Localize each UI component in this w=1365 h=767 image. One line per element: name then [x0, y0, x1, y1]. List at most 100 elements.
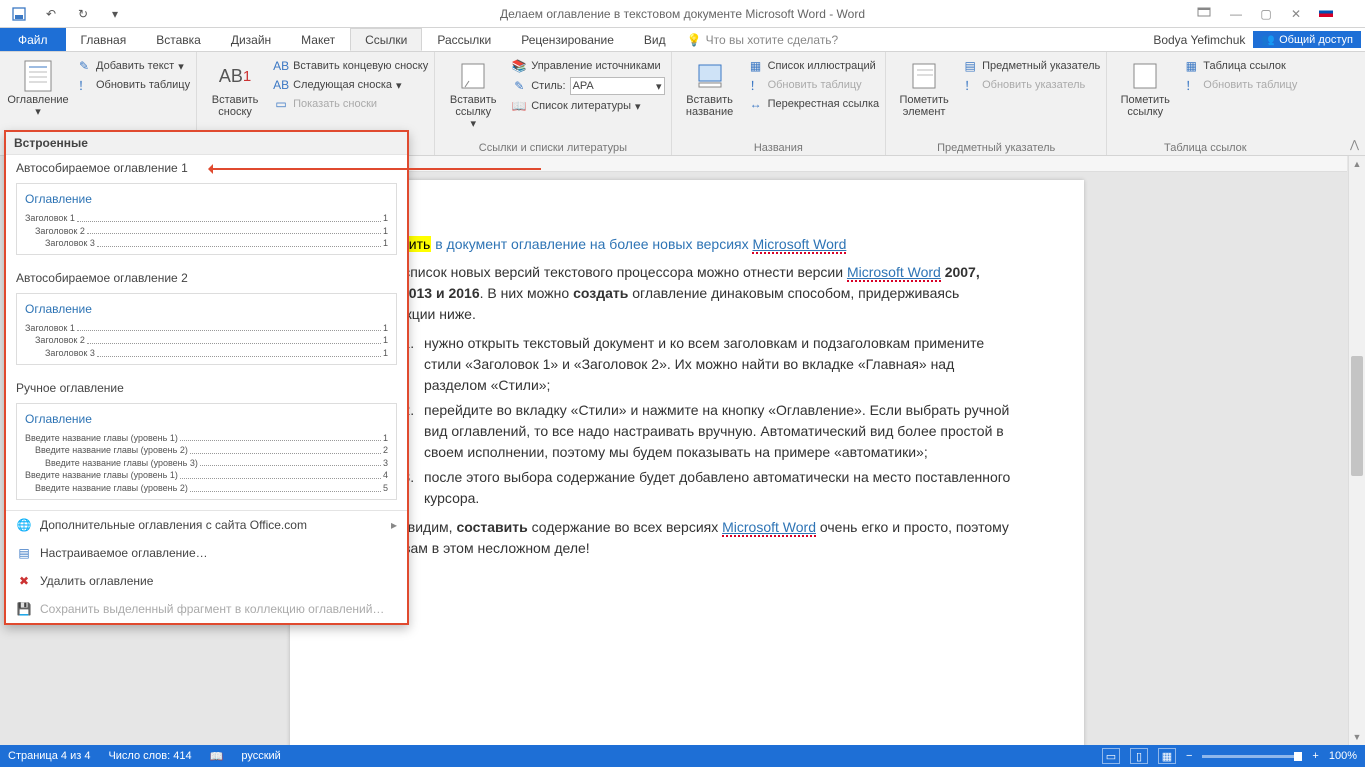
- redo-icon[interactable]: ↻: [72, 3, 94, 25]
- toc-custom-button[interactable]: ▤ Настраиваемое оглавление…: [6, 539, 407, 567]
- maximize-icon[interactable]: ▢: [1257, 7, 1275, 21]
- tell-me-search[interactable]: 💡 Что вы хотите сделать?: [687, 28, 839, 51]
- preview-row: Заголовок 11: [25, 212, 388, 225]
- paragraph-1: В список новых версий текстового процесс…: [362, 262, 1012, 325]
- table-authorities-button[interactable]: ▦Таблица ссылок: [1183, 58, 1297, 74]
- view-print-icon[interactable]: ▯: [1130, 748, 1148, 764]
- tab-ссылки[interactable]: Ссылки: [350, 28, 422, 51]
- toc-gallery-item-manual[interactable]: Ручное оглавление Оглавление Введите наз…: [6, 375, 407, 510]
- save-icon[interactable]: [8, 3, 30, 25]
- bibliography-button[interactable]: 📖Список литературы ▾: [511, 98, 664, 114]
- preview-title: Оглавление: [25, 302, 388, 316]
- scrollbar-thumb[interactable]: [1351, 356, 1363, 476]
- share-label: Общий доступ: [1279, 34, 1353, 46]
- remove-icon: ✖: [16, 573, 32, 589]
- show-notes-button[interactable]: ▭Показать сноски: [273, 96, 428, 112]
- zoom-in-icon[interactable]: +: [1312, 750, 1318, 762]
- preview-page: 1: [383, 347, 388, 360]
- citation-style-combo[interactable]: ✎ Стиль: APA▾: [511, 77, 664, 95]
- mark-entry-label: Пометить элемент: [892, 94, 956, 118]
- mark-citation-button[interactable]: Пометить ссылку: [1113, 56, 1177, 140]
- tab-рассылки[interactable]: Рассылки: [422, 28, 506, 51]
- view-read-icon[interactable]: ▭: [1102, 748, 1120, 764]
- ribbon-collapse-icon[interactable]: ⋀: [1350, 138, 1359, 151]
- toc-more-office-button[interactable]: 🌐 Дополнительные оглавления с сайта Offi…: [6, 511, 407, 539]
- undo-icon[interactable]: ↶: [40, 3, 62, 25]
- tab-макет[interactable]: Макет: [286, 28, 350, 51]
- tab-вид[interactable]: Вид: [629, 28, 681, 51]
- tab-рецензирование[interactable]: Рецензирование: [506, 28, 629, 51]
- preview-text: Введите название главы (уровень 3): [25, 457, 198, 470]
- toc-remove-button[interactable]: ✖ Удалить оглавление: [6, 567, 407, 595]
- share-button[interactable]: 👥 Общий доступ: [1253, 31, 1361, 48]
- qat-customize-icon[interactable]: ▾: [104, 3, 126, 25]
- preview-text: Заголовок 3: [25, 347, 95, 360]
- chevron-right-icon: ▸: [391, 518, 397, 532]
- add-text-button[interactable]: ✎Добавить текст ▾: [76, 58, 190, 74]
- ribbon-group-index: Пометить элемент ▤Предметный указатель ！…: [886, 52, 1107, 155]
- update-index-button[interactable]: ！Обновить указатель: [962, 77, 1100, 93]
- ribbon-options-icon[interactable]: [1197, 7, 1215, 21]
- scroll-up-icon[interactable]: ▲: [1349, 156, 1365, 172]
- close-icon[interactable]: ✕: [1287, 7, 1305, 21]
- p1-link[interactable]: Microsoft Word: [847, 264, 941, 282]
- tab-главная[interactable]: Главная: [66, 28, 142, 51]
- insert-caption-button[interactable]: Вставить название: [678, 56, 742, 140]
- update-figures-button[interactable]: ！Обновить таблицу: [748, 77, 880, 93]
- preview-text: Заголовок 2: [25, 334, 85, 347]
- preview-row: Заголовок 31: [25, 237, 388, 250]
- title-bar: ↶ ↻ ▾ Делаем оглавление в текстовом доку…: [0, 0, 1365, 28]
- zoom-slider-knob[interactable]: [1294, 752, 1302, 761]
- preview-page: 5: [383, 482, 388, 495]
- group-label-citations: Ссылки и списки литературы: [441, 140, 664, 154]
- preview-page: 1: [383, 334, 388, 347]
- update-table-button[interactable]: ！Обновить таблицу: [76, 77, 190, 93]
- document-page[interactable]: к вставить в документ оглавление на боле…: [290, 180, 1084, 745]
- mark-entry-button[interactable]: Пометить элемент: [892, 56, 956, 140]
- vertical-scrollbar[interactable]: ▲ ▼: [1348, 156, 1365, 745]
- insert-endnote-button[interactable]: ABВставить концевую сноску: [273, 58, 428, 74]
- custom-toc-icon: ▤: [16, 545, 32, 561]
- toc-preview: Оглавление Заголовок 11Заголовок 21Загол…: [16, 293, 397, 365]
- insert-index-button[interactable]: ▤Предметный указатель: [962, 58, 1100, 74]
- status-language[interactable]: русский: [241, 750, 280, 762]
- update-authorities-button[interactable]: ！Обновить таблицу: [1183, 77, 1297, 93]
- minimize-icon[interactable]: —: [1227, 7, 1245, 21]
- scroll-down-icon[interactable]: ▼: [1349, 729, 1365, 745]
- p2-link[interactable]: Microsoft Word: [722, 519, 816, 537]
- cross-reference-button[interactable]: ↔Перекрестная ссылка: [748, 96, 880, 112]
- insert-citation-button[interactable]: Вставить ссылку▾: [441, 56, 505, 140]
- toc-gallery-item-auto1[interactable]: Автособираемое оглавление 1 Оглавление З…: [6, 155, 407, 265]
- heading-link[interactable]: Microsoft Word: [752, 236, 846, 254]
- status-page[interactable]: Страница 4 из 4: [8, 750, 90, 762]
- figures-icon: ▦: [748, 58, 764, 74]
- zoom-level[interactable]: 100%: [1329, 750, 1357, 762]
- view-web-icon[interactable]: ▦: [1158, 748, 1176, 764]
- manage-sources-button[interactable]: 📚Управление источниками: [511, 58, 664, 74]
- style-icon: ✎: [511, 78, 527, 94]
- next-footnote-button[interactable]: ABСледующая сноска ▾: [273, 77, 428, 93]
- save-selection-icon: 💾: [16, 601, 32, 617]
- tab-file[interactable]: Файл: [0, 28, 66, 51]
- preview-text: Заголовок 3: [25, 237, 95, 250]
- insert-footnote-button[interactable]: AB1 Вставить сноску: [203, 56, 267, 140]
- tab-вставка[interactable]: Вставка: [141, 28, 216, 51]
- share-icon: 👥: [1261, 33, 1275, 46]
- language-flag-icon[interactable]: [1319, 7, 1333, 17]
- table-of-figures-button[interactable]: ▦Список иллюстраций: [748, 58, 880, 74]
- zoom-out-icon[interactable]: −: [1186, 750, 1192, 762]
- p1-text-c: . В них можно: [480, 285, 573, 301]
- window-controls: — ▢ ✕: [1197, 7, 1305, 21]
- style-value[interactable]: APA▾: [570, 77, 665, 95]
- show-notes-icon: ▭: [273, 96, 289, 112]
- tab-дизайн[interactable]: Дизайн: [216, 28, 286, 51]
- user-name[interactable]: Bodya Yefimchuk: [1153, 33, 1245, 47]
- preview-dots: [87, 334, 381, 344]
- annotation-arrow: [211, 168, 541, 170]
- toc-button[interactable]: Оглавление▾: [6, 56, 70, 140]
- zoom-slider[interactable]: [1202, 755, 1302, 758]
- toc-gallery-item-auto2[interactable]: Автособираемое оглавление 2 Оглавление З…: [6, 265, 407, 375]
- status-word-count[interactable]: Число слов: 414: [108, 750, 191, 762]
- manage-sources-icon: 📚: [511, 58, 527, 74]
- spellcheck-icon[interactable]: 📖: [210, 750, 224, 763]
